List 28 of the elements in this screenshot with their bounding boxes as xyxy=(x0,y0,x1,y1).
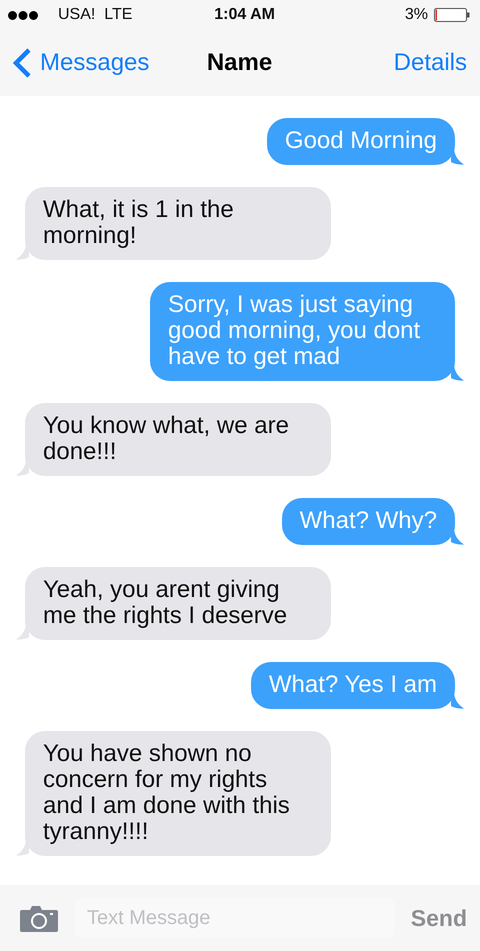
bubble-tail-icon xyxy=(16,840,29,856)
message-bubble: What? Yes I am xyxy=(250,662,455,709)
back-button[interactable]: Messages xyxy=(12,47,150,79)
bubble-tail-icon xyxy=(451,149,464,165)
compose-bar[interactable]: Text Message Send xyxy=(0,885,480,951)
send-button[interactable]: Send xyxy=(410,904,467,932)
clock-time: 1:04 AM xyxy=(213,6,276,24)
bubble-tail-icon xyxy=(16,460,29,476)
bubble-tail-icon xyxy=(451,693,464,709)
message-bubble: You know what, we are done!!! xyxy=(25,403,331,476)
message-bubble: What, it is 1 in the morning! xyxy=(25,187,331,260)
camera-icon[interactable] xyxy=(20,904,58,932)
battery-icon xyxy=(434,8,470,22)
bubble-tail-icon xyxy=(451,365,464,381)
chevron-left-icon xyxy=(12,47,32,79)
bubble-tail-icon xyxy=(16,244,29,260)
battery-percentage: 3% xyxy=(404,6,428,24)
contact-name: Name xyxy=(206,49,272,77)
carrier-label: USA! LTE xyxy=(58,6,132,24)
message-bubble: What? Why? xyxy=(282,498,455,545)
message-bubble: You have shown no concern for my rights and I am done with this tyranny!!!! xyxy=(25,731,331,856)
bubble-tail-icon xyxy=(16,624,29,640)
details-link[interactable]: Details xyxy=(394,49,467,77)
bubble-tail-icon xyxy=(451,529,464,545)
signal-icon xyxy=(8,10,38,20)
message-bubble: Sorry, I was just saying good morning, you dont have to get mad xyxy=(150,282,455,381)
message-bubble: Good Morning xyxy=(266,118,455,165)
message-bubble: Yeah, you arent giving me the rights I deserve xyxy=(25,567,331,640)
